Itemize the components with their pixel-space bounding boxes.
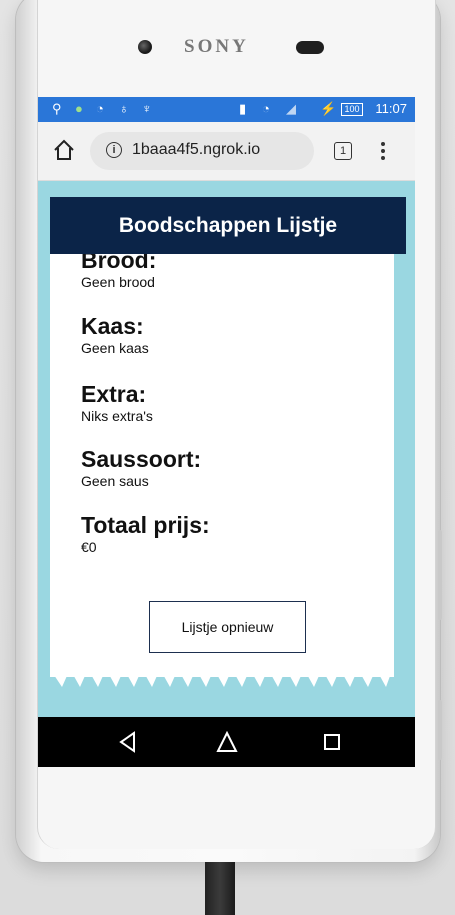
section-kaas: Kaas: Geen kaas bbox=[81, 313, 149, 356]
home-icon[interactable] bbox=[52, 138, 76, 162]
status-bar: ⚲ ● ◔ ♁ ♆ ▮ ◔ ◢ ⚡ 100 11:07 bbox=[38, 97, 415, 122]
receipt-torn-edge bbox=[50, 659, 394, 687]
battery-indicator: 100 bbox=[341, 103, 363, 116]
section-value: Niks extra's bbox=[81, 408, 153, 424]
url-text: 1baaa4f5.ngrok.io bbox=[132, 141, 261, 158]
section-value: Geen kaas bbox=[81, 340, 149, 356]
usb-cable bbox=[205, 862, 235, 915]
home-nav-icon[interactable] bbox=[216, 731, 238, 753]
back-icon[interactable] bbox=[118, 731, 138, 753]
section-saussoort: Saussoort: Geen saus bbox=[81, 446, 201, 489]
recents-icon[interactable] bbox=[323, 733, 341, 751]
android-nav-bar bbox=[38, 717, 415, 767]
wifi-icon: ◔ bbox=[262, 101, 270, 116]
reset-list-button[interactable]: Lijstje opnieuw bbox=[149, 601, 306, 653]
section-totaal: Totaal prijs: €0 bbox=[81, 512, 210, 555]
address-bar[interactable]: i 1baaa4f5.ngrok.io bbox=[90, 132, 314, 170]
page-title: Boodschappen Lijstje bbox=[50, 197, 406, 254]
volume-button bbox=[438, 700, 442, 760]
sync-icon: ◔ bbox=[96, 101, 104, 116]
section-title: Extra: bbox=[81, 381, 147, 407]
usb-icon: ⚲ bbox=[52, 101, 62, 116]
browser-toolbar: i 1baaa4f5.ngrok.io 1 bbox=[38, 122, 415, 181]
section-title: Saussoort: bbox=[81, 446, 202, 472]
section-value: Geen brood bbox=[81, 274, 155, 290]
power-button bbox=[438, 530, 442, 620]
section-extra: Extra: Niks extra's bbox=[81, 381, 153, 424]
total-price: €0 bbox=[81, 539, 97, 555]
section-title: Totaal prijs: bbox=[81, 512, 210, 538]
signal-icon: ◢ bbox=[286, 101, 296, 116]
section-value: Geen saus bbox=[81, 473, 149, 489]
info-icon[interactable]: i bbox=[106, 142, 122, 158]
charging-icon: ⚡ bbox=[320, 101, 337, 116]
overflow-menu-icon[interactable] bbox=[378, 140, 388, 162]
tab-switcher-button[interactable]: 1 bbox=[334, 142, 352, 160]
section-title: Kaas: bbox=[81, 313, 144, 339]
camera-icon bbox=[138, 40, 152, 54]
sim-icon: ▮ bbox=[239, 101, 247, 116]
screen: ⚲ ● ◔ ♁ ♆ ▮ ◔ ◢ ⚡ 100 11:07 i 1baaa4f5.n… bbox=[38, 97, 415, 767]
speaker-grille bbox=[296, 41, 324, 54]
android-icon: ● bbox=[75, 101, 83, 116]
bug-icon: ♆ bbox=[142, 101, 152, 116]
status-time: 11:07 bbox=[375, 101, 407, 116]
brand-logo: SONY bbox=[184, 36, 249, 57]
alarm-icon: ♁ bbox=[119, 101, 129, 116]
